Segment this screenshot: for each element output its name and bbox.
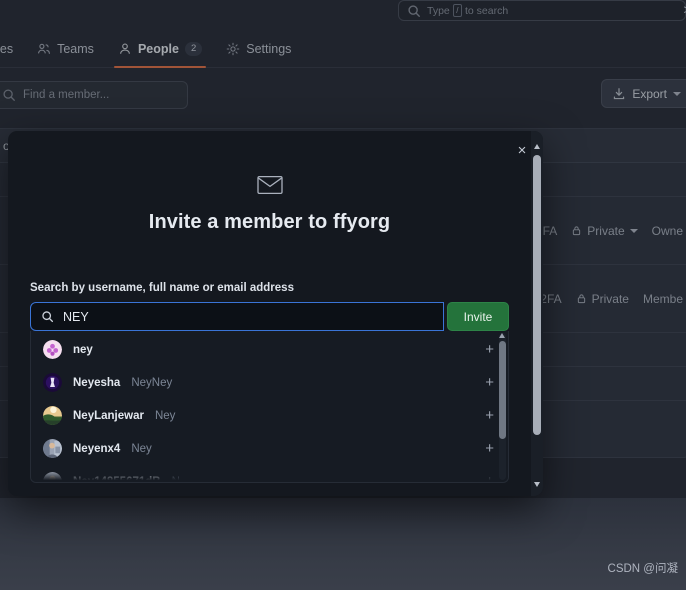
list-item-subtitle: NeyNey [131,376,173,389]
close-icon[interactable]: × [511,139,533,161]
chevron-up-icon[interactable] [534,144,540,149]
modal-content: Invite a member to ffyorg Search by user… [8,131,531,496]
invite-button[interactable]: Invite [447,302,509,331]
list-item[interactable]: NeyLanjewar Ney + [31,399,508,432]
list-item-name: NeyLanjewar [73,409,144,422]
invite-search-input[interactable]: NEY [30,302,444,331]
screen-root: Type / to search >_ ages [0,0,686,590]
watermark: CSDN @问凝 [607,563,678,575]
search-results-dropdown: ney + Neyesha NeyNey + NeyLanjewar Ney +… [30,331,509,483]
page-bottom-area [0,498,686,590]
results-scrollbar[interactable] [499,333,506,480]
invite-search-row: NEY Invite [30,302,509,331]
avatar [43,439,62,458]
list-item-name: Ney14855671dB [73,475,161,483]
chevron-down-icon[interactable] [534,482,540,487]
list-item[interactable]: Ney14855671dB N + [31,465,508,483]
avatar [43,373,62,392]
mail-icon-container [30,175,509,195]
list-item[interactable]: Neyesha NeyNey + [31,366,508,399]
plus-icon[interactable]: + [485,342,494,357]
results-scrollbar-thumb[interactable] [499,341,506,439]
mail-envelope-icon [256,175,283,195]
avatar [43,406,62,425]
plus-icon[interactable]: + [485,375,494,390]
list-item-name: ney [73,343,93,356]
plus-icon[interactable]: + [485,408,494,423]
chevron-up-icon[interactable] [499,333,505,338]
list-item-name: Neyenx4 [73,442,121,455]
list-item-name: Neyesha [73,376,121,389]
list-item-subtitle: N [171,475,180,483]
invite-search-value: NEY [63,309,89,324]
invite-member-modal: Invite a member to ffyorg Search by user… [8,131,543,496]
list-item[interactable]: ney + [31,333,508,366]
list-item[interactable]: Neyenx4 Ney + [31,432,508,465]
avatar [43,472,62,482]
avatar [43,340,62,359]
list-item-subtitle: Ney [154,409,176,422]
plus-icon[interactable]: + [485,441,494,456]
plus-icon[interactable]: + [485,474,494,482]
search-icon [42,311,54,323]
modal-scrollbar[interactable] [531,131,543,496]
search-field-label: Search by username, full name or email a… [30,282,294,294]
modal-scrollbar-thumb[interactable] [533,155,541,435]
list-item-subtitle: Ney [131,442,152,455]
page-title: Invite a member to ffyorg [148,211,391,233]
